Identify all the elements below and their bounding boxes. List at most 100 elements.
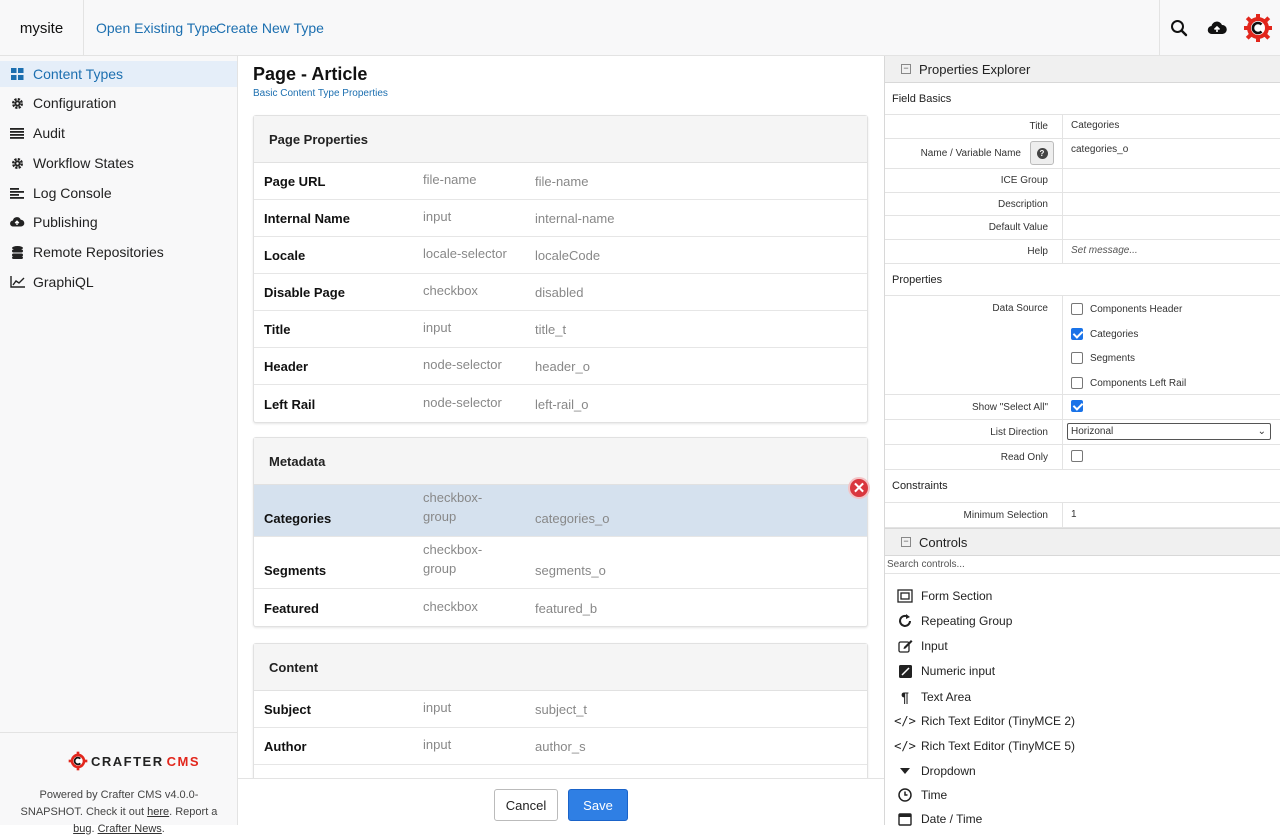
field-row[interactable]: Header node-selector header_o (254, 348, 867, 385)
prop-help-row: Help Set message... (885, 240, 1280, 264)
collapse-icon[interactable]: − (901, 64, 911, 74)
select-value: Horizonal (1071, 426, 1114, 437)
direction-field: Horizonal ⌄ (1062, 420, 1280, 444)
field-row[interactable]: Left Rail node-selector left-rail_o (254, 385, 867, 422)
delete-field-button[interactable]: ✕ (848, 477, 870, 499)
crafter-logo-icon[interactable] (1236, 0, 1280, 56)
control-rte-tinymce5[interactable]: </> Rich Text Editor (TinyMCE 5) (894, 739, 1075, 753)
prop-label: List Direction (990, 427, 1048, 438)
title-field[interactable]: Categories (1062, 115, 1280, 138)
control-text-area[interactable]: ¶ Text Area (897, 689, 971, 705)
save-button[interactable]: Save (568, 789, 628, 821)
sidebar-item-remote-repositories[interactable]: Remote Repositories (0, 239, 237, 265)
field-basics-heading: Field Basics (885, 84, 1280, 115)
sidebar-item-graphiql[interactable]: GraphiQL (0, 269, 237, 295)
section-content[interactable]: Content Subject input subject_t Author inpu… (253, 643, 868, 778)
minimum-selection-field[interactable]: 1 (1062, 503, 1280, 527)
field-type: input (423, 700, 452, 715)
editor-footer: Cancel Save (238, 778, 884, 825)
default-value-field[interactable] (1062, 216, 1280, 239)
field-row[interactable]: Subject input subject_t (254, 691, 867, 728)
field-type: input (423, 320, 452, 335)
help-field[interactable]: Set message... (1062, 240, 1280, 263)
field-variable: header_o (535, 359, 590, 374)
search-controls-input[interactable]: Search controls... (885, 556, 1280, 574)
cancel-button[interactable]: Cancel (494, 789, 558, 821)
prop-label: Data Source (992, 303, 1048, 314)
open-existing-type-link[interactable]: Open Existing Type (96, 20, 217, 36)
field-row[interactable]: Page URL file-name file-name (254, 163, 867, 200)
section-metadata[interactable]: Metadata Categories checkbox-group categor… (253, 437, 868, 627)
read-only-checkbox[interactable] (1071, 450, 1083, 462)
section-page-properties[interactable]: Page Properties Page URL file-name file-na… (253, 115, 868, 423)
field-row[interactable]: Internal Name input internal-name (254, 200, 867, 237)
control-form-section[interactable]: Form Section (897, 589, 992, 603)
datasource-list: Components Header Categories Segments Co… (1062, 296, 1280, 394)
variable-name-field[interactable]: categories_o (1062, 139, 1280, 168)
edit-icon (897, 639, 913, 653)
cloud-upload-icon[interactable] (1198, 0, 1236, 56)
field-row[interactable]: Featured checkbox featured_b (254, 589, 867, 626)
sidebar-item-log-console[interactable]: Log Console (0, 180, 237, 206)
description-field[interactable] (1062, 193, 1280, 215)
here-link[interactable]: here (147, 806, 169, 818)
sidebar-item-workflow-states[interactable]: Workflow States (0, 150, 237, 176)
control-input[interactable]: Input (897, 639, 948, 653)
field-row[interactable] (254, 765, 867, 778)
code-icon: </> (894, 739, 916, 753)
sidebar-item-publishing[interactable]: Publishing (0, 209, 237, 235)
control-rte-tinymce2[interactable]: </> Rich Text Editor (TinyMCE 2) (894, 714, 1076, 728)
datasource-option[interactable]: Segments (1071, 352, 1135, 364)
checkbox-checked[interactable] (1071, 328, 1083, 340)
list-direction-select[interactable]: Horizonal ⌄ (1067, 423, 1271, 440)
checkbox[interactable] (1071, 303, 1083, 315)
repeat-icon (897, 614, 913, 628)
option-label: Categories (1090, 328, 1139, 340)
section-title: Metadata (254, 438, 867, 485)
checkbox[interactable] (1071, 352, 1083, 364)
datasource-option[interactable]: Categories (1071, 328, 1138, 340)
site-name[interactable]: mysite (0, 0, 84, 56)
sidebar-item-audit[interactable]: Audit (0, 120, 237, 146)
log-icon (9, 187, 25, 199)
field-name: Subject (264, 702, 311, 717)
control-label: Rich Text Editor (TinyMCE 2) (921, 714, 1076, 728)
create-new-type-link[interactable]: Create New Type (216, 20, 324, 36)
search-icon[interactable] (1160, 0, 1198, 56)
code-icon: </> (894, 714, 916, 728)
sidebar-item-content-types[interactable]: Content Types (0, 61, 237, 87)
ice-group-field[interactable] (1062, 169, 1280, 192)
properties-explorer-header[interactable]: − Properties Explorer (885, 56, 1280, 83)
field-type: file-name (423, 172, 477, 187)
control-dropdown[interactable]: Dropdown (897, 764, 976, 778)
collapse-icon[interactable]: − (901, 537, 911, 547)
sidebar-item-configuration[interactable]: Configuration (0, 90, 237, 116)
field-row[interactable]: Title input title_t (254, 311, 867, 348)
field-row[interactable]: Segments checkbox-group segments_o (254, 537, 867, 589)
field-row[interactable]: Author input author_s (254, 728, 867, 765)
field-row[interactable]: Locale locale-selector localeCode (254, 237, 867, 274)
datasource-option[interactable]: Components Left Rail (1071, 377, 1186, 389)
controls-header[interactable]: − Controls (885, 528, 1280, 556)
field-type: checkbox-group (423, 542, 483, 576)
select-all-checkbox[interactable] (1071, 400, 1083, 412)
field-row[interactable]: Disable Page checkbox disabled (254, 274, 867, 311)
field-variable: author_s (535, 739, 586, 754)
field-name: Categories (264, 511, 332, 526)
control-label: Input (921, 639, 948, 653)
field-row-selected[interactable]: Categories checkbox-group categories_o (254, 485, 867, 537)
datasource-option[interactable]: Components Header (1071, 303, 1182, 315)
checkbox[interactable] (1071, 377, 1083, 389)
basic-properties-link[interactable]: Basic Content Type Properties (253, 88, 388, 99)
control-repeating-group[interactable]: Repeating Group (897, 614, 1012, 628)
crafter-cms-logo: CRAFTER CMS (68, 751, 200, 771)
field-type: checkbox-group (423, 490, 483, 524)
help-icon-button[interactable]: ? (1030, 141, 1054, 165)
control-date-time[interactable]: Date / Time (897, 812, 982, 826)
control-numeric-input[interactable]: Numeric input (897, 664, 995, 678)
field-type: checkbox (423, 283, 478, 298)
read-only-field (1062, 445, 1280, 469)
properties-heading: Properties (885, 264, 1280, 296)
control-time[interactable]: Time (897, 788, 947, 802)
top-bar: mysite Open Existing Type Create New Typ… (0, 0, 1280, 56)
